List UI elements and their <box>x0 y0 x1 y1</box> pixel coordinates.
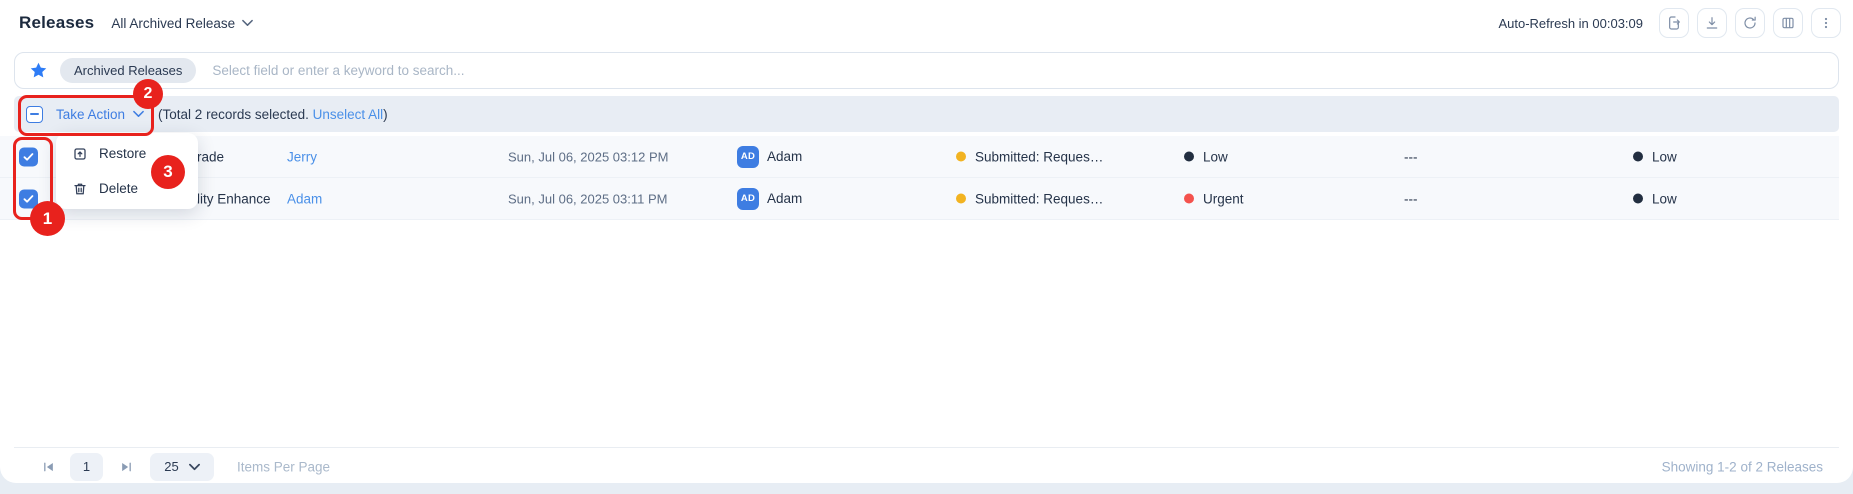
filter-chip-archived-releases[interactable]: Archived Releases <box>60 58 197 83</box>
page-header: Releases All Archived Release Auto-Refre… <box>0 0 1853 46</box>
assignee-name: Adam <box>767 191 803 206</box>
risk-cell: Low <box>1633 149 1677 164</box>
view-selector-dropdown[interactable]: All Archived Release <box>111 15 254 31</box>
chevron-down-icon <box>188 463 200 470</box>
release-name[interactable]: rade <box>197 149 273 164</box>
release-date: Sun, Jul 06, 2025 03:11 PM <box>508 191 668 206</box>
menu-item-label: Restore <box>99 146 147 161</box>
footer-divider <box>14 447 1839 448</box>
select-all-checkbox[interactable] <box>26 105 43 123</box>
download-icon <box>1706 17 1718 29</box>
assignee-name: Adam <box>767 149 803 164</box>
first-page-icon <box>44 462 53 471</box>
priority-cell: Low <box>1184 149 1228 164</box>
risk-cell: Low <box>1633 191 1677 206</box>
take-action-label: Take Action <box>56 106 126 122</box>
menu-item-restore[interactable]: Restore <box>56 136 198 171</box>
status-cell: Submitted: Reques… <box>956 149 1103 164</box>
risk-dot-icon <box>1633 193 1643 204</box>
last-page-icon <box>122 462 131 471</box>
assignee-cell: AD Adam <box>737 187 803 210</box>
take-action-menu: Restore Delete <box>56 133 198 209</box>
row-checkbox[interactable] <box>19 147 38 166</box>
kebab-menu-icon <box>1824 17 1828 29</box>
avatar: AD <box>737 187 759 210</box>
content-card: Releases All Archived Release Auto-Refre… <box>0 0 1853 483</box>
chevron-down-icon <box>242 19 254 26</box>
refresh-button[interactable] <box>1735 8 1765 38</box>
avatar: AD <box>737 145 759 168</box>
table-row[interactable]: rade Jerry Sun, Jul 06, 2025 03:12 PM AD… <box>0 136 1839 178</box>
restore-icon <box>74 147 86 160</box>
status-dot-icon <box>956 151 966 162</box>
export-button[interactable] <box>1659 8 1689 38</box>
page-size-dropdown[interactable]: 25 <box>150 452 214 481</box>
selection-suffix: ) <box>383 106 388 122</box>
export-icon <box>1669 16 1680 30</box>
take-action-dropdown[interactable]: Take Action <box>56 107 144 122</box>
priority-dot-icon <box>1184 151 1194 162</box>
release-name[interactable]: lity Enhance <box>197 191 273 206</box>
assignee-cell: AD Adam <box>737 145 803 168</box>
priority-label: Urgent <box>1203 191 1244 206</box>
view-selector-label: All Archived Release <box>111 15 236 31</box>
selection-prefix: (Total 2 records selected. <box>158 106 313 122</box>
columns-icon <box>1782 17 1794 29</box>
header-toolbar: Auto-Refresh in 00:03:09 <box>1498 8 1841 38</box>
status-dot-icon <box>956 193 966 204</box>
check-icon <box>23 194 34 203</box>
last-page-button[interactable] <box>120 460 133 473</box>
trash-icon <box>74 183 86 194</box>
check-icon <box>23 152 34 161</box>
pagination-footer: 1 25 Items Per Page Showing 1-2 of 2 Rel… <box>0 450 1853 483</box>
status-cell: Submitted: Reques… <box>956 191 1103 206</box>
status-label: Submitted: Reques… <box>975 149 1104 164</box>
unselect-all-link[interactable]: Unselect All <box>313 107 384 122</box>
favorite-star-icon[interactable] <box>29 61 48 80</box>
empty-value: --- <box>1404 149 1418 164</box>
first-page-button[interactable] <box>42 460 55 473</box>
requester-link[interactable]: Jerry <box>287 149 317 164</box>
refresh-icon <box>1744 16 1756 29</box>
more-options-button[interactable] <box>1811 8 1841 38</box>
menu-item-label: Delete <box>99 181 139 196</box>
priority-cell: Urgent <box>1184 191 1244 206</box>
table-row[interactable]: lity Enhance Adam Sun, Jul 06, 2025 03:1… <box>0 178 1839 220</box>
page-size-value: 25 <box>164 459 179 474</box>
results-summary: Showing 1-2 of 2 Releases <box>1661 459 1823 474</box>
risk-dot-icon <box>1633 151 1643 162</box>
auto-refresh-timer: Auto-Refresh in 00:03:09 <box>1498 15 1643 31</box>
items-per-page-label: Items Per Page <box>237 459 331 474</box>
releases-page: Releases All Archived Release Auto-Refre… <box>0 0 1853 494</box>
page-number-button[interactable]: 1 <box>70 452 103 481</box>
indeterminate-dash-icon <box>30 113 39 115</box>
risk-label: Low <box>1652 149 1677 164</box>
priority-label: Low <box>1203 149 1228 164</box>
risk-label: Low <box>1652 191 1677 206</box>
empty-value: --- <box>1404 191 1418 206</box>
page-title: Releases <box>19 13 95 32</box>
chevron-down-icon <box>133 110 144 117</box>
bulk-action-bar: Take Action (Total 2 records selected. U… <box>14 96 1839 132</box>
row-checkbox[interactable] <box>19 189 38 208</box>
search-bar: Archived Releases <box>14 52 1839 89</box>
download-button[interactable] <box>1697 8 1727 38</box>
selection-summary: (Total 2 records selected. Unselect All) <box>158 107 388 122</box>
requester-link[interactable]: Adam <box>287 191 322 206</box>
priority-dot-icon <box>1184 193 1194 204</box>
release-date: Sun, Jul 06, 2025 03:12 PM <box>508 149 669 164</box>
search-input[interactable] <box>210 62 1828 79</box>
menu-item-delete[interactable]: Delete <box>56 171 198 206</box>
columns-button[interactable] <box>1773 8 1803 38</box>
status-label: Submitted: Reques… <box>975 191 1104 206</box>
